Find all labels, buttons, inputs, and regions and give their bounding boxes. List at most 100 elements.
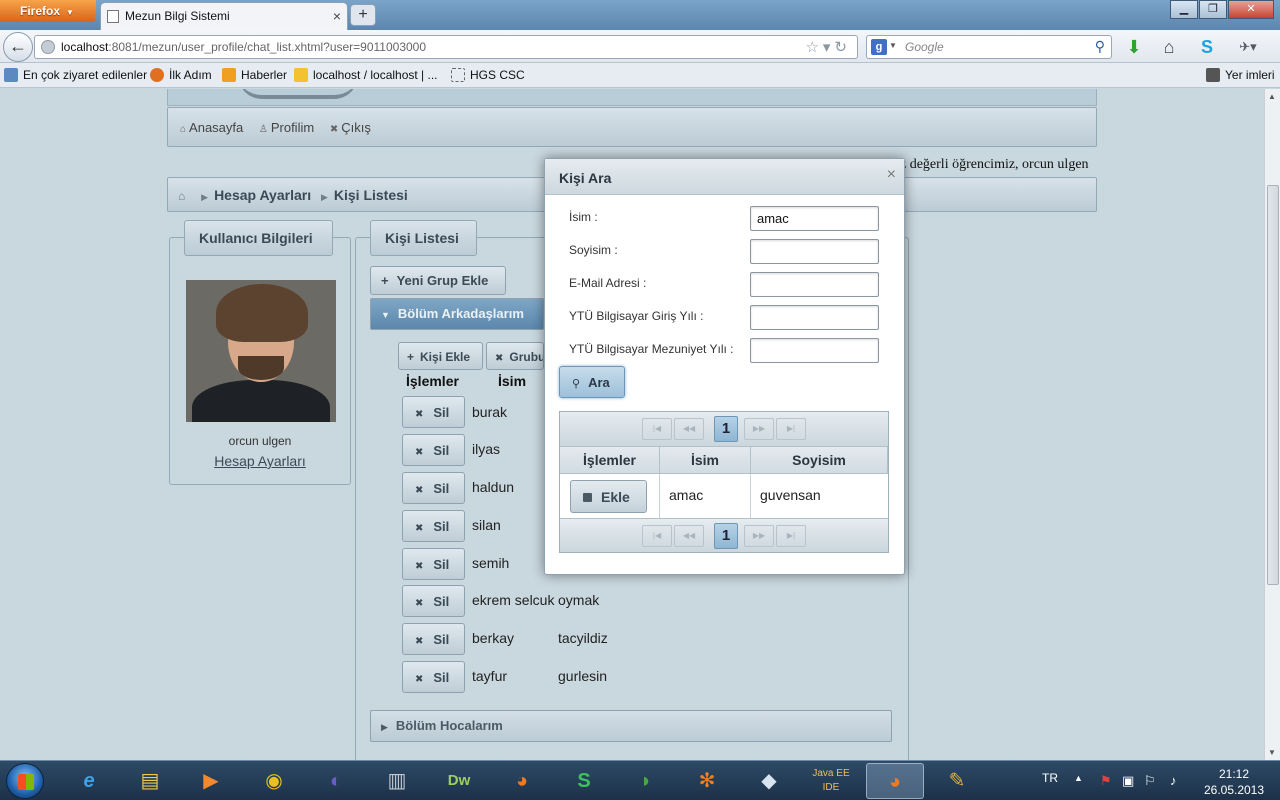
search-engine-dropdown-icon[interactable]: ▼ (889, 41, 897, 50)
entry-year-input[interactable] (750, 305, 879, 330)
scroll-down-icon[interactable]: ▼ (1268, 748, 1276, 757)
prev-page-icon[interactable]: ◀◀ (674, 418, 704, 440)
volume-icon[interactable]: ♪ (1170, 773, 1177, 788)
bookmark-hgs[interactable]: HGS CSC (451, 68, 525, 82)
site-header (167, 89, 1097, 106)
tray-device-icon[interactable]: ▣ (1122, 773, 1134, 789)
breadcrumb-home-icon[interactable]: ⌂ (178, 189, 185, 203)
prev-page-icon[interactable]: ◀◀ (674, 525, 704, 547)
delete-contact-button[interactable]: ✖ Sil (402, 548, 465, 580)
home-icon[interactable]: ⌂ (1157, 35, 1181, 59)
addon-icon[interactable]: ✈▾ (1236, 35, 1260, 59)
user-info-title: Kullanıcı Bilgileri (184, 220, 333, 256)
delete-contact-button[interactable]: ✖ Sil (402, 661, 465, 693)
first-page-icon[interactable]: |◀ (642, 418, 672, 440)
graduation-year-input[interactable] (750, 338, 879, 363)
address-bar[interactable]: localhost:8081/mezun/user_profile/chat_l… (34, 35, 858, 59)
page-scrollbar[interactable]: ▲ ▼ (1264, 89, 1280, 760)
add-person-button[interactable]: + Kişi Ekle (398, 342, 483, 370)
group-header-teachers[interactable]: ▶ Bölüm Hocalarım (370, 710, 892, 742)
window-close-button[interactable]: ✕ (1228, 0, 1274, 19)
avatar-body (192, 380, 330, 422)
xampp-icon[interactable]: ✻ (678, 763, 736, 799)
bookmark-news[interactable]: Haberler (222, 68, 287, 82)
current-page[interactable]: 1 (714, 523, 738, 549)
breadcrumb-item-settings[interactable]: Hesap Ayarları (214, 187, 311, 203)
paint-icon[interactable]: ✎ (928, 763, 986, 799)
file-explorer-icon[interactable]: ▤ (121, 763, 179, 799)
java-ide-icon[interactable]: Java EE IDE (802, 763, 860, 799)
scroll-up-icon[interactable]: ▲ (1268, 92, 1276, 101)
close-icon[interactable]: × (887, 166, 896, 184)
email-input[interactable] (750, 272, 879, 297)
bookmarks-toolbar: En çok ziyaret edilenler İlk Adım Haberl… (0, 63, 1280, 88)
tray-expand-icon[interactable]: ▲ (1074, 773, 1083, 783)
search-button[interactable]: ⚲ Ara (559, 366, 625, 398)
virtualbox-icon[interactable]: ◆ (740, 763, 798, 799)
bookmark-phpmyadmin[interactable]: localhost / localhost | ... (294, 68, 438, 82)
menu-profile[interactable]: ♙ Profilim (259, 120, 314, 135)
new-group-button[interactable]: + Yeni Grup Ekle (370, 266, 506, 295)
back-button[interactable]: ← (3, 32, 33, 62)
firefox-active-icon[interactable]: ◕ (866, 763, 924, 799)
delete-contact-button[interactable]: ✖ Sil (402, 623, 465, 655)
download-icon[interactable]: ⬇ (1122, 35, 1146, 59)
bookmark-star-icon[interactable]: ☆▾↻ (805, 38, 851, 56)
group-header-classmates[interactable]: ▼ Bölüm Arkadaşlarım (370, 298, 544, 330)
bookmark-most-visited[interactable]: En çok ziyaret edilenler (4, 68, 147, 82)
first-page-icon[interactable]: |◀ (642, 525, 672, 547)
contact-name: silan (472, 517, 501, 533)
firefox-menu-button[interactable]: Firefox ▼ (0, 0, 96, 22)
search-icon[interactable]: ⚲ (1095, 38, 1105, 55)
delete-group-button[interactable]: ✖ Grubu Sil (486, 342, 544, 370)
menu-home[interactable]: ⌂ Anasayfa (180, 120, 243, 135)
delete-contact-button[interactable]: ✖ Sil (402, 396, 465, 428)
page-favicon-icon (107, 10, 119, 23)
next-page-icon[interactable]: ▶▶ (744, 525, 774, 547)
language-indicator[interactable]: TR (1042, 771, 1058, 785)
delete-contact-button[interactable]: ✖ Sil (402, 510, 465, 542)
skype-taskbar-icon[interactable]: S (555, 763, 613, 799)
skype-icon[interactable]: S (1195, 35, 1219, 59)
internet-explorer-icon[interactable]: e (60, 763, 118, 799)
grid-header-actions: İşlemler (560, 446, 660, 474)
account-settings-link[interactable]: Hesap Ayarları (170, 453, 350, 469)
last-page-icon[interactable]: ▶| (776, 418, 806, 440)
surname-input[interactable] (750, 239, 879, 264)
network-icon[interactable]: ⚑ (1100, 773, 1112, 789)
browser-tab[interactable]: Mezun Bilgi Sistemi × (100, 2, 348, 30)
media-player-icon[interactable]: ▶ (182, 763, 240, 799)
new-tab-button[interactable]: + (350, 4, 376, 26)
scrollbar-thumb[interactable] (1267, 185, 1279, 585)
breadcrumb-item-contacts[interactable]: Kişi Listesi (334, 187, 408, 203)
bookmarks-menu[interactable]: Yer imleri (1206, 68, 1275, 82)
minimize-button[interactable]: ▁ (1170, 0, 1198, 19)
column-header-name: İsim (498, 373, 527, 389)
user-name: orcun ulgen (228, 434, 292, 448)
start-button[interactable] (6, 763, 44, 799)
delete-contact-button[interactable]: ✖ Sil (402, 434, 465, 466)
plus-icon: + (381, 273, 389, 288)
next-page-icon[interactable]: ▶▶ (744, 418, 774, 440)
last-page-icon[interactable]: ▶| (776, 525, 806, 547)
name-input[interactable] (750, 206, 879, 231)
dreamweaver-icon[interactable]: Dw (430, 763, 488, 799)
search-input[interactable]: g ▼ Google ⚲ (866, 35, 1112, 59)
action-center-icon[interactable]: ⚐ (1144, 773, 1156, 789)
database-icon[interactable]: ▥ (368, 763, 426, 799)
avatar-hair (216, 284, 308, 342)
delete-contact-button[interactable]: ✖ Sil (402, 585, 465, 617)
bookmark-first-step[interactable]: İlk Adım (150, 68, 212, 82)
chrome-icon[interactable]: ◉ (245, 763, 303, 799)
add-contact-button[interactable]: Ekle (570, 480, 647, 513)
delete-contact-button[interactable]: ✖ Sil (402, 472, 465, 504)
delete-label: Sil (433, 405, 450, 420)
menu-logout[interactable]: ✖ Çıkış (330, 120, 371, 135)
app-green-icon[interactable]: ◗ (617, 763, 675, 799)
tab-close-icon[interactable]: × (333, 8, 341, 24)
maximize-button[interactable]: ❐ (1199, 0, 1227, 19)
clock[interactable]: 21:12 26.05.2013 (1202, 766, 1266, 798)
eclipse-icon[interactable]: ◐ (307, 763, 365, 799)
firefox-taskbar-icon[interactable]: ◕ (493, 763, 551, 799)
current-page[interactable]: 1 (714, 416, 738, 442)
